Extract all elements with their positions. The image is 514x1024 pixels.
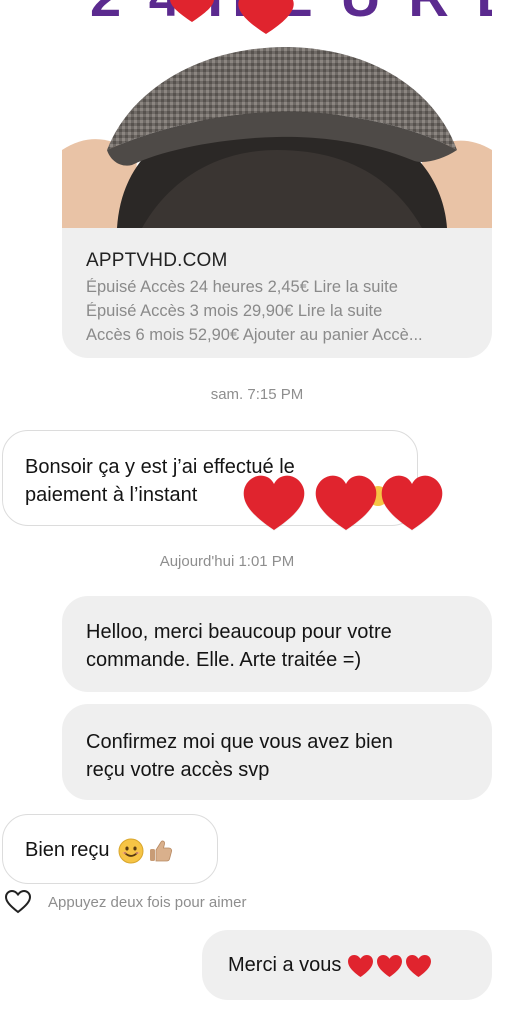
message-line: Helloo, merci beaucoup pour votre (86, 621, 392, 643)
outgoing-message-bubble[interactable]: Merci a vous (202, 930, 492, 1000)
message-line: reçu votre accès svp (86, 759, 270, 781)
double-tap-like-hint: Appuyez deux fois pour aimer (48, 894, 247, 911)
incoming-message-bubble[interactable]: Bien reçu (2, 814, 218, 884)
red-heart-icon (348, 954, 374, 978)
message-line: commande. Elle. Arte traitée =) (86, 649, 362, 671)
heart-outline-icon[interactable] (4, 889, 32, 915)
thumbs-up-icon (149, 840, 172, 862)
link-preview-domain: APPTVHD.COM (86, 250, 228, 271)
heart-icon (170, 0, 214, 22)
outgoing-message-bubble[interactable]: Confirmez moi que vous avez bien reçu vo… (62, 704, 492, 800)
heart-icon (315, 475, 377, 530)
message-text: Merci a vous (228, 954, 342, 976)
red-heart-icon (406, 954, 432, 978)
heart-icon (243, 475, 305, 530)
red-heart-icon (377, 954, 403, 978)
outgoing-message-bubble[interactable]: Helloo, merci beaucoup pour votre comman… (62, 596, 492, 692)
message-text: Bien reçu (25, 839, 110, 861)
link-preview-line-2: Épuisé Accès 3 mois 29,90€ Lire la suite (86, 302, 383, 320)
timestamp: sam. 7:15 PM (210, 386, 304, 403)
timestamp: Aujourd'hui 1:01 PM (159, 553, 295, 570)
link-preview-card[interactable]: 2 4 H E U R E S APPTVHD (62, 0, 492, 358)
link-preview-line-1: Épuisé Accès 24 heures 2,45€ Lire la sui… (86, 278, 398, 296)
link-preview-line-3: Accès 6 mois 52,90€ Ajouter au panier Ac… (86, 326, 423, 344)
link-preview-image: 2 4 H E U R E S (62, 0, 492, 228)
heart-icon (238, 0, 294, 34)
message-line: Confirmez moi que vous avez bien (86, 731, 393, 753)
heart-icon (381, 475, 443, 530)
smiling-face-icon (118, 838, 143, 864)
